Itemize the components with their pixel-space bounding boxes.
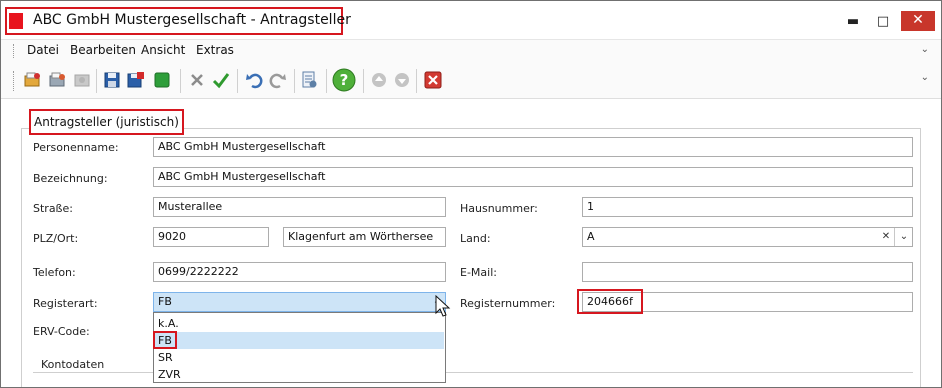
registernummer-label: Registernummer: (460, 297, 556, 310)
registerart-dropdown-list: k.A. FB SR ZVR (153, 312, 446, 383)
group-title: Antragsteller (juristisch) (29, 109, 184, 135)
dropdown-option[interactable]: k.A. (155, 315, 444, 332)
preview-icon[interactable] (300, 70, 320, 90)
open-folder-icon[interactable] (23, 70, 43, 90)
down-icon[interactable] (392, 70, 412, 90)
dropdown-option[interactable]: ZVR (155, 366, 444, 383)
telefon-input[interactable]: 0699/2222222 (153, 262, 446, 282)
land-value: A (587, 230, 595, 243)
help-icon[interactable]: ? (332, 68, 356, 92)
menu-bearbeiten[interactable]: Bearbeiten (70, 43, 136, 57)
close-button[interactable]: ✕ (901, 11, 935, 31)
registernummer-highlight-box (577, 289, 643, 314)
toolbar-separator (416, 69, 417, 93)
window-title: ABC GmbH Mustergesellschaft - Antragstel… (33, 12, 351, 28)
save-close-icon[interactable] (126, 70, 146, 90)
hausnummer-label: Hausnummer: (460, 202, 538, 215)
menu-datei[interactable]: Datei (27, 43, 59, 57)
up-icon[interactable] (369, 70, 389, 90)
dropdown-option[interactable]: SR (155, 349, 444, 366)
undo-icon[interactable] (244, 70, 264, 90)
cancel-x-icon[interactable] (187, 70, 207, 90)
toolbar-overflow-chevron-icon[interactable]: ⌄ (921, 72, 929, 83)
redo-icon[interactable] (268, 70, 288, 90)
plz-input[interactable]: 9020 (153, 227, 269, 247)
email-label: E-Mail: (460, 266, 497, 279)
hausnummer-input[interactable]: 1 (582, 197, 913, 217)
strasse-input[interactable]: Musterallee (153, 197, 446, 217)
telefon-label: Telefon: (33, 266, 76, 279)
chevron-down-icon[interactable]: ⌄ (896, 228, 912, 246)
plz-ort-label: PLZ/Ort: (33, 232, 79, 245)
clear-x-icon[interactable]: ✕ (878, 228, 895, 246)
land-label: Land: (460, 232, 491, 245)
toolbar-separator (237, 69, 238, 93)
toolbar-separator (294, 69, 295, 93)
toolbar-separator (363, 69, 364, 93)
title-bar: ABC GmbH Mustergesellschaft - Antragstel… (1, 1, 941, 39)
toolbar-grip[interactable] (13, 71, 16, 91)
confirm-check-icon[interactable] (211, 70, 231, 90)
open-icon[interactable] (48, 70, 68, 90)
toolbar-separator (96, 69, 97, 93)
registerart-value: FB (158, 295, 172, 308)
svg-text:?: ? (340, 71, 349, 89)
green-square-icon[interactable] (152, 70, 172, 90)
ort-input[interactable]: Klagenfurt am Wörthersee (283, 227, 446, 247)
menu-grip[interactable] (13, 44, 16, 58)
maximize-button[interactable]: □ (869, 13, 897, 31)
menu-bar: Datei Bearbeiten Ansicht Extras ⌄ (1, 39, 941, 63)
close-red-icon[interactable] (423, 70, 443, 90)
bezeichnung-label: Bezeichnung: (33, 172, 108, 185)
menu-extras[interactable]: Extras (196, 43, 234, 57)
kontodaten-label: Kontodaten (37, 358, 109, 371)
personenname-input[interactable]: ABC GmbH Mustergesellschaft (153, 137, 913, 157)
toolbar-separator (180, 69, 181, 93)
erv-code-label: ERV-Code: (33, 325, 90, 338)
registerart-combobox[interactable]: FB ⌄ (153, 292, 446, 312)
bezeichnung-input[interactable]: ABC GmbH Mustergesellschaft (153, 167, 913, 187)
land-combobox[interactable]: A ✕ ⌄ (582, 227, 913, 247)
option-highlight-box (153, 331, 177, 349)
dropdown-option-selected[interactable]: FB (155, 332, 444, 349)
personenname-label: Personenname: (33, 141, 119, 154)
open-disabled-icon[interactable] (72, 70, 92, 90)
application-window: ABC GmbH Mustergesellschaft - Antragstel… (0, 0, 942, 388)
toolbar: ? ⌄ (1, 62, 941, 99)
mouse-cursor-icon (435, 295, 451, 317)
minimize-button[interactable]: ▬ (839, 13, 867, 31)
menu-overflow-chevron-icon[interactable]: ⌄ (921, 44, 929, 55)
email-input[interactable] (582, 262, 913, 282)
registerart-label: Registerart: (33, 297, 98, 310)
toolbar-separator (326, 69, 327, 93)
app-icon (9, 13, 23, 29)
save-icon[interactable] (102, 70, 122, 90)
menu-ansicht[interactable]: Ansicht (141, 43, 185, 57)
strasse-label: Straße: (33, 202, 73, 215)
